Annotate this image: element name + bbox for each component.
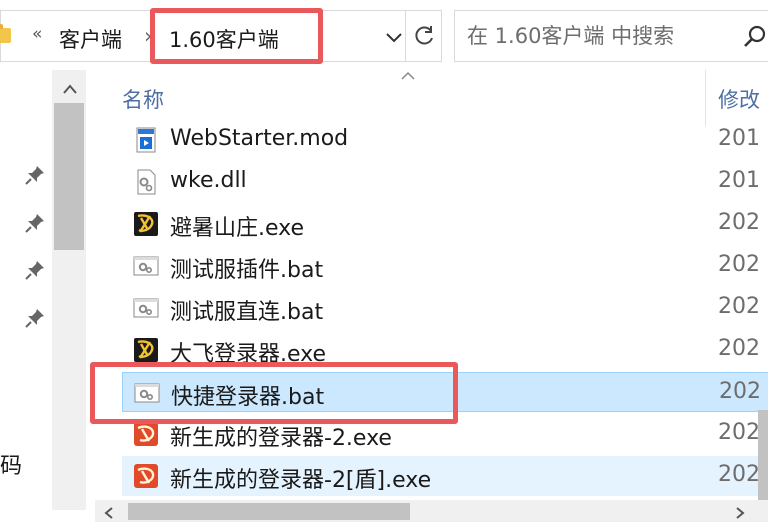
folder-icon (0, 24, 11, 43)
file-modified: 202 (718, 336, 760, 361)
file-name: 测试服直连.bat (170, 300, 324, 325)
file-name: 新生成的登录器-2[盾].exe (170, 468, 432, 493)
file-modified: 202 (718, 210, 760, 235)
pin-icon[interactable] (24, 212, 46, 238)
file-modified: 202 (718, 462, 760, 487)
file-row[interactable]: WebStarter.mod 201 (122, 120, 768, 160)
nav-scroll-up-icon[interactable] (62, 80, 78, 99)
file-name: 测试服插件.bat (170, 258, 324, 283)
media-file-icon (132, 126, 160, 154)
file-row[interactable]: wke.dll 201 (122, 162, 768, 202)
file-row[interactable]: 新生成的登录器-2[盾].exe 202 (122, 456, 768, 496)
file-row[interactable]: 避暑山庄.exe 202 (122, 204, 768, 244)
launcher-app-icon (132, 420, 160, 448)
pin-icon[interactable] (24, 164, 46, 190)
file-modified: 202 (719, 379, 761, 404)
scroll-right-icon[interactable] (734, 505, 746, 524)
file-modified: 201 (718, 126, 760, 151)
search-input[interactable] (467, 24, 737, 48)
column-header-modified[interactable]: 修改 (718, 84, 760, 114)
file-modified: 202 (718, 252, 760, 277)
file-name: wke.dll (170, 168, 247, 193)
game-app-icon (132, 210, 160, 238)
game-app-icon (132, 336, 160, 364)
launcher-app-icon (132, 462, 160, 490)
annotation-highlight-file (90, 362, 458, 424)
horizontal-scroll-thumb[interactable] (128, 503, 410, 520)
scroll-left-icon[interactable] (103, 505, 115, 524)
nav-item-label[interactable]: 码 (0, 448, 22, 480)
batch-file-icon (132, 294, 160, 322)
file-row[interactable]: 测试服直连.bat 202 (122, 288, 768, 328)
refresh-button[interactable] (405, 10, 443, 62)
breadcrumb-item-client[interactable]: 客户端 (59, 24, 122, 54)
refresh-icon (413, 24, 437, 48)
file-modified: 202 (718, 420, 760, 445)
search-icon[interactable] (742, 24, 768, 50)
pin-icon[interactable] (24, 307, 46, 333)
nav-scroll-thumb[interactable] (54, 103, 84, 250)
file-modified: 202 (718, 294, 760, 319)
breadcrumb-overflow[interactable]: « (32, 24, 42, 44)
gear-file-icon (132, 168, 160, 196)
file-name: 新生成的登录器-2.exe (170, 426, 392, 451)
file-name: 避暑山庄.exe (170, 216, 305, 241)
sort-ascending-icon (400, 66, 416, 85)
pin-icon[interactable] (24, 259, 46, 285)
address-dropdown-icon[interactable] (382, 25, 406, 49)
column-header-name[interactable]: 名称 (122, 84, 164, 114)
search-box[interactable] (454, 10, 768, 62)
annotation-highlight-address (150, 8, 323, 64)
file-modified: 201 (718, 168, 760, 193)
batch-file-icon (132, 252, 160, 280)
file-row[interactable]: 测试服插件.bat 202 (122, 246, 768, 286)
column-divider[interactable] (705, 70, 706, 126)
vertical-scroll-thumb[interactable] (758, 410, 768, 500)
file-name: WebStarter.mod (170, 126, 349, 151)
